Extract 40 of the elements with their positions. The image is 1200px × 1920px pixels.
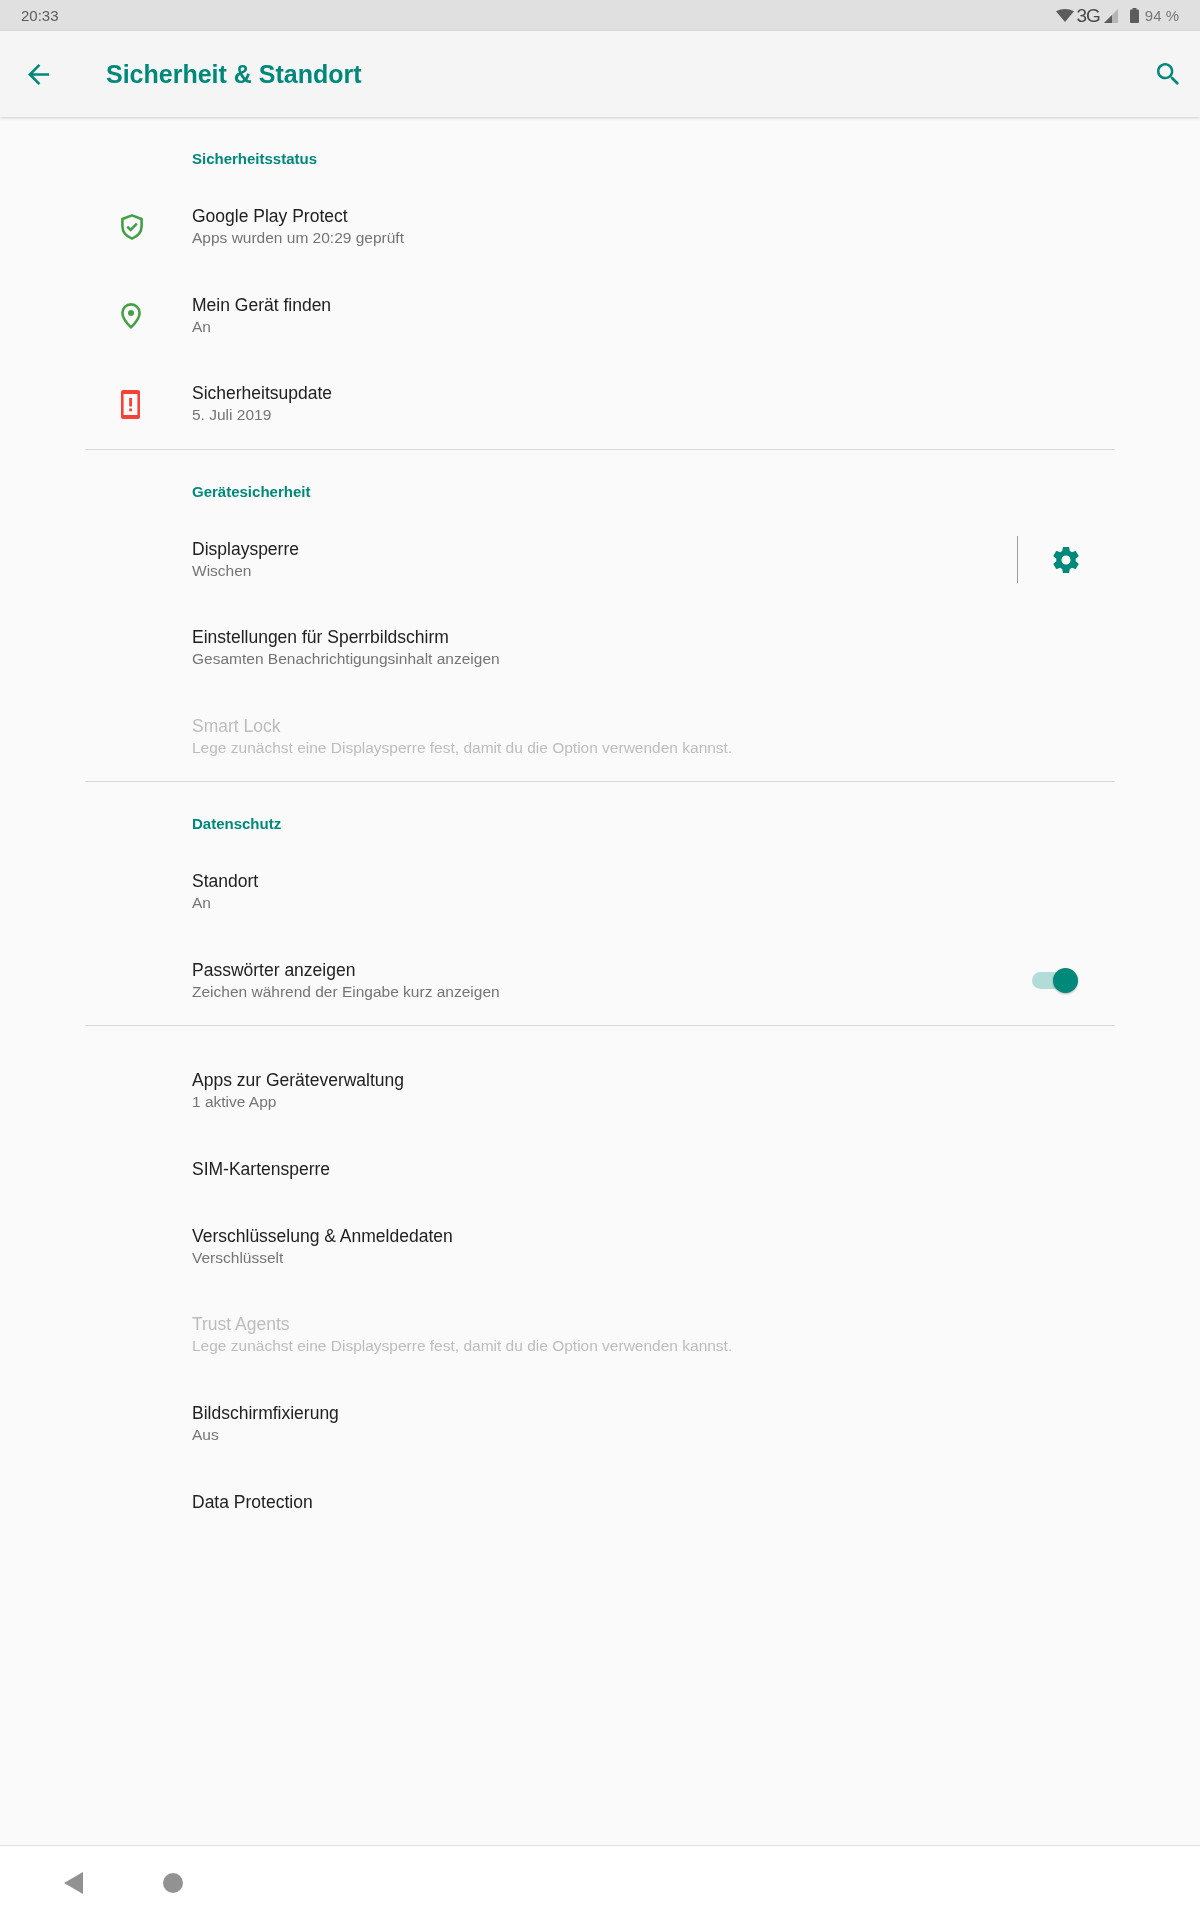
setting-title[interactable]: Mein Gerät finden xyxy=(192,293,332,316)
setting-title[interactable]: Apps zur Geräteverwaltung xyxy=(192,1069,405,1092)
setting-title[interactable]: Sicherheitsupdate xyxy=(192,382,333,405)
setting-summary: Verschlüsselt xyxy=(192,1247,284,1268)
back-arrow-icon[interactable] xyxy=(28,63,49,85)
signal-icon xyxy=(1103,8,1118,23)
setting-summary: An xyxy=(192,316,211,337)
settings-icon[interactable] xyxy=(1053,546,1079,573)
setting-summary: Lege zunächst eine Displaysperre fest, damit du die Option verwenden kannst. xyxy=(192,737,733,758)
setting-summary: Apps wurden um 20:29 geprüft xyxy=(192,228,404,249)
search-icon[interactable] xyxy=(1157,63,1179,85)
wifi-icon xyxy=(1056,9,1075,22)
section-header: Sicherheitsstatus xyxy=(192,150,318,168)
toggle-switch[interactable] xyxy=(1032,968,1078,994)
setting-summary: Aus xyxy=(192,1424,219,1445)
setting-title[interactable]: Google Play Protect xyxy=(192,205,348,228)
status-time: 20:33 xyxy=(21,7,59,24)
page-title: Sicherheit & Standort xyxy=(106,59,362,89)
setting-title[interactable]: Bildschirmfixierung xyxy=(192,1401,339,1424)
battery-percent: 94 % xyxy=(1144,7,1179,24)
network-type: 3G xyxy=(1076,4,1100,27)
setting-title[interactable]: SIM-Kartensperre xyxy=(192,1158,331,1180)
setting-title[interactable]: Verschlüsselung & Anmeldedaten xyxy=(192,1224,453,1247)
setting-summary: Wischen xyxy=(192,560,252,581)
setting-title[interactable]: Standort xyxy=(192,870,259,893)
setting-summary: Lege zunächst eine Displaysperre fest, damit du die Option verwenden kannst. xyxy=(192,1336,733,1357)
setting-summary: Zeichen während der Eingabe kurz anzeigen xyxy=(192,981,500,1002)
setting-summary: 1 aktive App xyxy=(192,1092,277,1113)
setting-summary: 5. Juli 2019 xyxy=(192,405,272,426)
setting-title[interactable]: Displaysperre xyxy=(192,537,299,560)
setting-summary: An xyxy=(192,893,211,914)
section-header: Datenschutz xyxy=(192,815,282,833)
setting-summary: Gesamten Benachrichtigungsinhalt anzeigen xyxy=(192,649,500,670)
section-header: Gerätesicherheit xyxy=(192,482,311,501)
setting-title[interactable]: Passwörter anzeigen xyxy=(192,958,356,981)
setting-title[interactable]: Data Protection xyxy=(192,1490,313,1513)
setting-title[interactable]: Einstellungen für Sperrbildschirm xyxy=(192,626,449,649)
nav-home-icon[interactable] xyxy=(163,1873,183,1893)
nav-back-icon[interactable] xyxy=(64,1872,83,1894)
battery-icon xyxy=(1129,8,1139,23)
